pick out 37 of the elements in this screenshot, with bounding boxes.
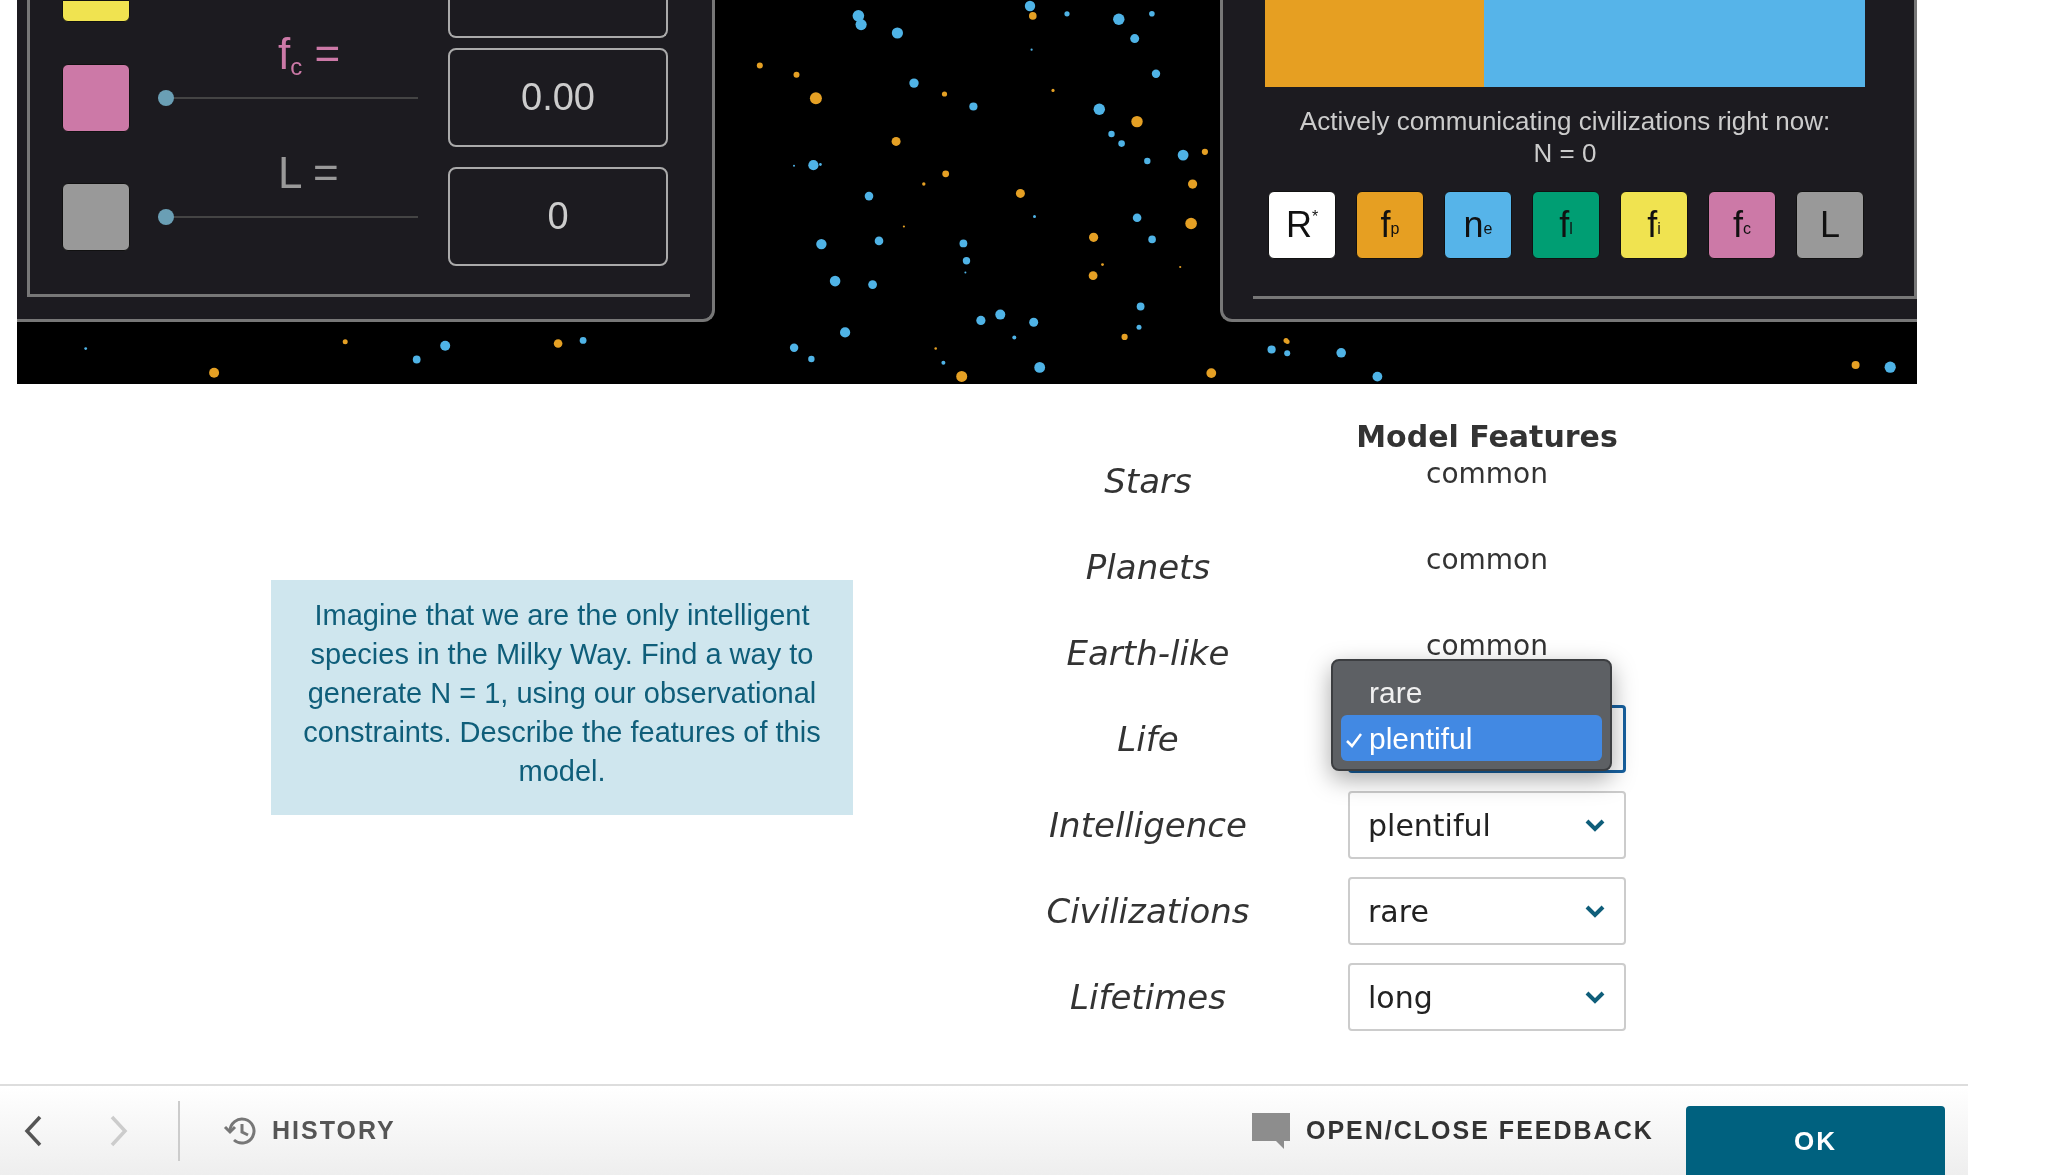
slider-thumb[interactable] [158,90,174,106]
row-label: Civilizations [1045,889,1251,933]
chevron-right-icon [108,1113,130,1148]
count-value: N = 0 [1533,137,1597,169]
dropdown-select[interactable]: rare [1348,877,1626,945]
factor-button[interactable]: L [1796,191,1864,259]
row-label: Stars [1103,459,1193,503]
dropdown-option[interactable]: rare [1341,669,1602,715]
row-label: Earth-like [1065,631,1231,675]
feature-value: common [1425,542,1549,578]
feedback-toggle-button[interactable]: OPEN/CLOSE FEEDBACK [1250,1110,1654,1151]
results-caption: Actively communicating civilizations right now: [1298,105,1832,137]
value-field[interactable] [448,0,668,38]
chevron-left-icon [22,1113,44,1148]
instruction-text: Imagine that we are the only intelligent species in the Milky Way. Find a way to generate N = 1, using our observational constraints. Describe the features of this model. [271,580,853,815]
row-label: Lifetimes [1069,975,1227,1019]
chevron-down-icon [1584,990,1606,1004]
ok-button[interactable]: OK [1686,1106,1945,1175]
speech-bubble-icon [1250,1110,1292,1151]
row-label: Intelligence [1048,803,1248,847]
factor-button[interactable]: R$^{*}$ [1268,191,1336,259]
history-button[interactable]: HISTORY [222,1111,396,1150]
parameter-label: f$_{c}$ = [278,32,341,76]
table-heading: Model Features [1355,418,1619,454]
dropdown-select[interactable]: plentiful [1348,791,1626,859]
chevron-down-icon [1584,818,1606,832]
feature-value: common [1425,456,1549,492]
value-field[interactable]: 0.00 [448,48,668,147]
value-field[interactable]: 0 [448,167,668,266]
chevron-down-icon [1584,904,1606,918]
parameter-label: L = [278,151,339,195]
row-label: Life [1116,717,1180,761]
row-label: Planets [1084,545,1212,589]
dropdown-select[interactable]: long [1348,963,1626,1031]
dropdown-option[interactable]: plentiful [1341,715,1602,761]
feature-value: common [1425,628,1549,664]
slider-thumb[interactable] [158,209,174,225]
